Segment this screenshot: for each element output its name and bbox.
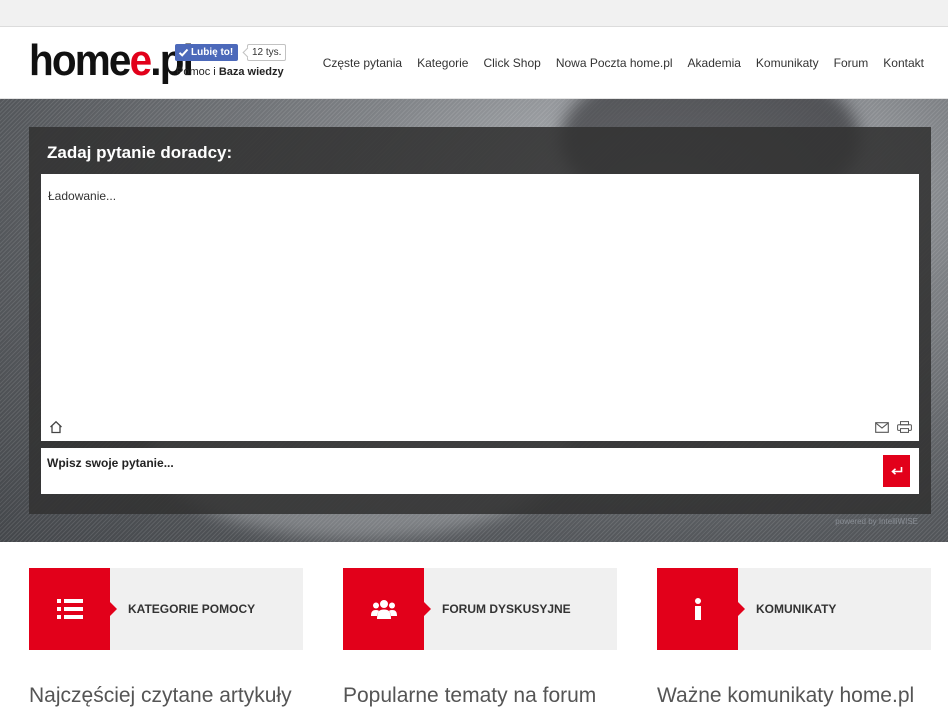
home-icon[interactable] xyxy=(49,420,63,434)
logo-accent: e xyxy=(129,36,153,85)
section-title-announcements: Ważne komunikaty home.pl xyxy=(657,684,915,707)
facebook-like-button[interactable]: Lubię to! xyxy=(175,44,239,61)
advisor-chat-widget: Zadaj pytanie doradcy: Ładowanie... xyxy=(29,127,931,514)
hero-banner: Zadaj pytanie doradcy: Ładowanie... powe… xyxy=(0,99,948,542)
subtitle-prefix: Pomoc i xyxy=(176,66,216,78)
card-icon-box xyxy=(29,568,117,650)
main-nav: Częste pytania Kategorie Click Shop Nowa… xyxy=(323,56,924,70)
nav-item-academy[interactable]: Akademia xyxy=(688,56,741,70)
logo-main: home xyxy=(29,36,131,85)
chat-title: Zadaj pytanie doradcy: xyxy=(47,143,233,162)
quick-links: KATEGORIE POMOCY FORUM DYSKUSYJNE KOMUNI… xyxy=(0,568,948,650)
print-icon[interactable] xyxy=(897,421,912,433)
chat-messages-area: Ładowanie... xyxy=(41,174,919,441)
card-help-categories[interactable]: KATEGORIE POMOCY xyxy=(29,568,303,650)
logo[interactable]: homee.pl xyxy=(29,36,194,85)
question-bar xyxy=(41,448,919,494)
send-button[interactable] xyxy=(883,455,910,487)
chat-loading-text: Ładowanie... xyxy=(48,189,117,203)
card-icon-box xyxy=(657,568,745,650)
card-label: KOMUNIKATY xyxy=(756,602,837,616)
users-icon xyxy=(370,600,397,619)
list-icon xyxy=(56,599,83,619)
facebook-like-label: Lubię to! xyxy=(191,47,234,58)
powered-by-text[interactable]: powered by IntelliWISE xyxy=(835,517,918,526)
card-discussion-forum[interactable]: FORUM DYSKUSYJNE xyxy=(343,568,617,650)
site-subtitle: Pomoc i Baza wiedzy xyxy=(176,66,284,78)
nav-item-categories[interactable]: Kategorie xyxy=(417,56,468,70)
subtitle-bold: Baza wiedzy xyxy=(218,66,284,78)
question-input[interactable] xyxy=(47,456,867,470)
section-title-popular-articles: Najczęściej czytane artykuły xyxy=(29,684,292,707)
check-icon xyxy=(178,48,189,57)
nav-item-click-shop[interactable]: Click Shop xyxy=(483,56,540,70)
section-title-forum-topics: Popularne tematy na forum xyxy=(343,684,597,707)
facebook-like-count: 12 tys. xyxy=(247,44,287,61)
nav-item-contact[interactable]: Kontakt xyxy=(883,56,924,70)
mail-icon[interactable] xyxy=(875,422,889,433)
card-announcements[interactable]: KOMUNIKATY xyxy=(657,568,931,650)
nav-item-new-mail[interactable]: Nowa Poczta home.pl xyxy=(556,56,673,70)
browser-top-strip xyxy=(0,0,948,27)
card-icon-box xyxy=(343,568,431,650)
site-header: homee.pl Lubię to! 12 tys. Pomoc i Baza … xyxy=(0,27,948,99)
card-label: KATEGORIE POMOCY xyxy=(128,602,256,616)
info-icon xyxy=(694,598,701,620)
nav-item-announcements[interactable]: Komunikaty xyxy=(756,56,819,70)
nav-item-forum[interactable]: Forum xyxy=(834,56,869,70)
card-label: FORUM DYSKUSYJNE xyxy=(442,602,571,616)
nav-item-faq[interactable]: Częste pytania xyxy=(323,56,402,70)
enter-icon xyxy=(890,467,902,475)
